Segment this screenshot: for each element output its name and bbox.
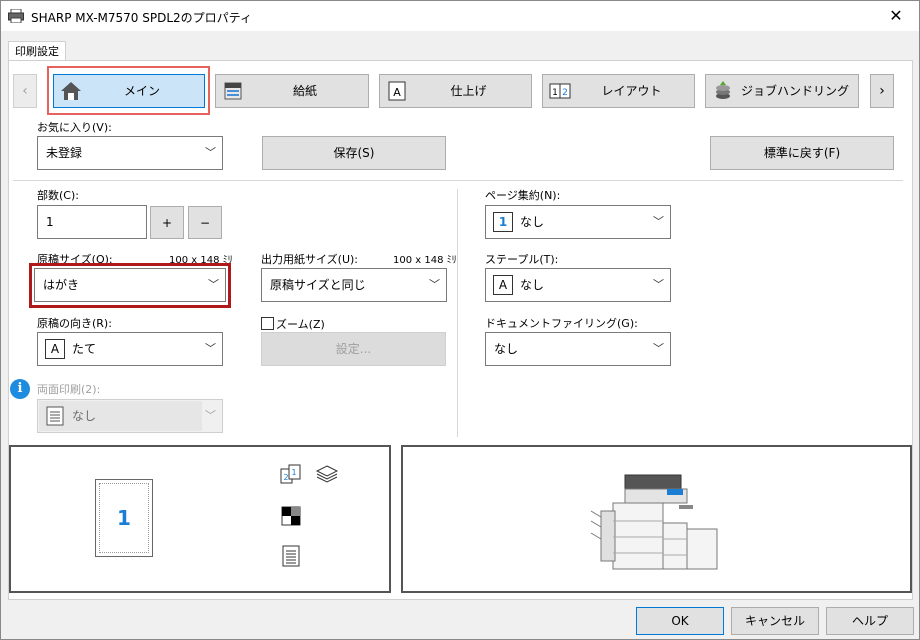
- chevron-down-icon: ﹀: [653, 342, 664, 355]
- close-icon: ✕: [889, 6, 903, 25]
- orientation-label: 原稿の向き(R):: [37, 317, 112, 330]
- tab-finishing[interactable]: A 仕上げ: [379, 74, 532, 108]
- copies-label: 部数(C):: [37, 189, 79, 202]
- staple-value: なし: [520, 278, 545, 292]
- svg-text:2: 2: [283, 473, 288, 482]
- document-icon: [46, 406, 64, 426]
- favorites-label: お気に入り(V):: [37, 121, 112, 134]
- vertical-divider: [457, 189, 458, 437]
- n-up-select[interactable]: 1 なし ﹀: [485, 205, 671, 239]
- tab-finishing-label: 仕上げ: [450, 84, 487, 98]
- tab-print-settings[interactable]: 印刷設定: [8, 41, 66, 61]
- tab-paper-source[interactable]: 給紙: [215, 74, 369, 108]
- n-up-value: なし: [520, 215, 545, 229]
- orientation-value: たて: [72, 342, 97, 356]
- doc-filing-select[interactable]: なし ﹀: [485, 332, 671, 366]
- save-button[interactable]: 保存(S): [262, 136, 446, 170]
- preview-page-number: 1: [117, 506, 131, 530]
- chevron-down-icon: ﹀: [429, 278, 440, 291]
- printer-properties-window: SHARP MX-M7570 SPDL2のプロパティ ✕ 印刷設定 ‹ メイン …: [0, 0, 920, 640]
- n-up-label: ページ集約(N):: [485, 189, 561, 202]
- staple-label: ステープル(T):: [485, 253, 559, 266]
- printer-icon: [8, 9, 24, 23]
- chevron-left-icon: ‹: [22, 83, 28, 99]
- paper-stack-icon: [315, 465, 339, 483]
- duplex-label: 両面印刷(2):: [37, 383, 101, 396]
- tab-layout-label: レイアウト: [601, 84, 662, 98]
- reset-defaults-button[interactable]: 標準に戻す(F): [710, 136, 894, 170]
- single-page-icon: 1: [493, 212, 513, 232]
- chevron-down-icon: ﹀: [653, 215, 664, 228]
- window-title: SHARP MX-M7570 SPDL2のプロパティ: [31, 11, 252, 25]
- copies-input[interactable]: 1: [37, 205, 147, 239]
- doc-filing-label: ドキュメントファイリング(G):: [485, 317, 638, 330]
- chevron-down-icon: ﹀: [653, 278, 664, 291]
- chevron-down-icon: ﹀: [205, 409, 216, 422]
- duplex-value: なし: [72, 409, 97, 423]
- portrait-icon: A: [45, 339, 65, 359]
- page-preview: 1 1 2: [9, 445, 391, 593]
- printer-illustration-icon: [590, 474, 718, 570]
- tab-scroll-right-button[interactable]: ›: [870, 74, 894, 108]
- printer-preview: [401, 445, 912, 593]
- zoom-label: ズーム(Z): [276, 318, 325, 331]
- orientation-select[interactable]: A たて ﹀: [37, 332, 223, 366]
- tab-paper-source-label: 給紙: [292, 84, 317, 98]
- ok-button[interactable]: OK: [636, 607, 724, 635]
- preview-page: 1: [95, 479, 153, 557]
- duplex-select[interactable]: なし ﹀: [37, 399, 223, 433]
- chevron-down-icon: ﹀: [205, 146, 216, 159]
- chevron-right-icon: ›: [879, 83, 885, 99]
- info-icon: i: [10, 379, 30, 399]
- tab-scroll-left-button[interactable]: ‹: [13, 74, 37, 108]
- output-size-select[interactable]: 原稿サイズと同じ ﹀: [261, 268, 447, 302]
- document-icon: [282, 545, 300, 567]
- highlight-frame: [29, 263, 231, 308]
- tab-job-handling-label: ジョブハンドリング: [740, 84, 849, 98]
- output-size-dims: 100 x 148 ﾐﾘ: [393, 255, 457, 266]
- cancel-button[interactable]: キャンセル: [731, 607, 819, 635]
- staple-none-icon: A: [493, 275, 513, 295]
- output-size-value: 原稿サイズと同じ: [270, 278, 366, 292]
- color-mode-icon: [281, 506, 301, 526]
- tab-layout[interactable]: 1 2 レイアウト: [542, 74, 695, 108]
- zoom-settings-button[interactable]: 設定...: [261, 332, 446, 366]
- close-button[interactable]: ✕: [873, 1, 919, 31]
- favorites-value: 未登録: [46, 146, 83, 160]
- output-size-label: 出力用紙サイズ(U):: [261, 253, 359, 266]
- svg-text:1: 1: [291, 468, 296, 477]
- copies-increment-button[interactable]: +: [150, 206, 184, 239]
- copies-value: 1: [46, 215, 54, 229]
- staple-select[interactable]: A なし ﹀: [485, 268, 671, 302]
- favorites-select[interactable]: 未登録 ﹀: [37, 136, 223, 170]
- zoom-checkbox[interactable]: [261, 317, 274, 330]
- divider: [13, 180, 903, 181]
- tab-highlight-frame: [47, 66, 210, 115]
- chevron-down-icon: ﹀: [205, 342, 216, 355]
- tab-job-handling[interactable]: ジョブハンドリング: [705, 74, 859, 108]
- collate-icon: 1 2: [280, 464, 301, 484]
- copies-decrement-button[interactable]: −: [188, 206, 222, 239]
- title-bar: SHARP MX-M7570 SPDL2のプロパティ ✕: [1, 1, 919, 31]
- doc-filing-value: なし: [494, 342, 519, 356]
- help-button[interactable]: ヘルプ: [826, 607, 914, 635]
